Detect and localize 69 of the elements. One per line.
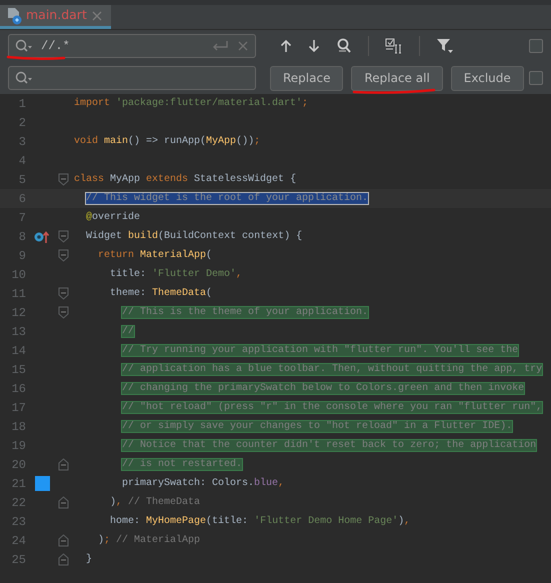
fold-marker-icon[interactable] <box>58 306 69 319</box>
line-number: 22 <box>10 494 27 512</box>
clear-icon[interactable] <box>237 40 249 52</box>
line-number: 24 <box>10 532 27 550</box>
annotation-underline <box>6 53 66 61</box>
enter-icon[interactable] <box>211 40 229 52</box>
code-line: title: 'Flutter Demo', <box>109 268 242 282</box>
search-icon[interactable] <box>15 71 33 85</box>
checkbox[interactable] <box>529 71 543 85</box>
line-number: 18 <box>10 418 27 436</box>
find-all-icon[interactable] <box>336 38 352 54</box>
checkbox[interactable] <box>529 39 543 53</box>
fold-marker-icon[interactable] <box>58 553 69 566</box>
fold-marker-icon[interactable] <box>58 496 69 509</box>
line-number: 11 <box>10 286 27 302</box>
code-line: void main() => runApp(MyApp()); <box>73 134 260 149</box>
find-input[interactable]: //.* <box>41 37 191 55</box>
replace-field[interactable] <box>8 66 256 90</box>
line-number: 3 <box>18 134 27 150</box>
override-marker-icon[interactable] <box>34 230 50 244</box>
replace-option-button[interactable]: Replace all <box>351 66 443 90</box>
line-number: 15 <box>10 362 27 378</box>
dart-file-icon <box>6 6 22 24</box>
color-swatch[interactable] <box>34 476 50 491</box>
up-arrow-icon[interactable] <box>280 39 292 53</box>
line-number: 1 <box>18 96 27 112</box>
line-number: 20 <box>10 456 27 474</box>
line-number: 23 <box>10 514 27 530</box>
line-number: 21 <box>10 476 27 492</box>
filter-icon[interactable] <box>436 37 454 55</box>
code-line: @override <box>85 210 140 225</box>
line-number: 4 <box>18 152 27 170</box>
fold-marker-icon[interactable] <box>58 173 69 186</box>
close-icon[interactable] <box>90 10 103 22</box>
fold-marker-icon[interactable] <box>58 249 69 262</box>
line-number: 19 <box>10 438 27 454</box>
fold-marker-icon[interactable] <box>58 230 69 243</box>
line-number: 9 <box>18 248 27 264</box>
line-number: 8 <box>18 228 27 246</box>
code-line: Widget build(BuildContext context) { <box>85 230 302 244</box>
line-number: 2 <box>18 114 27 132</box>
code-line: home: MyHomePage(title: 'Flutter Demo Home Page'), <box>109 514 410 529</box>
line-number: 12 <box>10 304 27 322</box>
line-number: 17 <box>10 400 27 416</box>
fold-marker-icon[interactable] <box>58 458 69 471</box>
code-line: return MaterialApp( <box>97 248 212 263</box>
code-line: ), // ThemeData <box>109 496 200 510</box>
code-line: } <box>85 552 92 567</box>
line-number: 14 <box>10 342 27 360</box>
line-number: 7 <box>18 210 27 226</box>
replace-option-button[interactable]: Replace <box>270 66 344 90</box>
code-line: theme: ThemeData( <box>109 286 212 301</box>
code-line: import 'package:flutter/material.dart'; <box>73 96 308 111</box>
line-number: 25 <box>10 552 27 568</box>
line-number: 10 <box>10 266 27 284</box>
line-number: 5 <box>18 172 27 188</box>
fold-marker-icon[interactable] <box>58 287 69 300</box>
fold-marker-icon[interactable] <box>58 534 69 547</box>
tab-title: main.dart <box>26 6 87 24</box>
line-number: 16 <box>10 380 27 398</box>
select-occurrences-icon[interactable] <box>385 38 403 54</box>
replace-option-button[interactable]: Exclude <box>450 66 524 90</box>
find-field[interactable]: //.* <box>8 34 256 58</box>
line-number: 13 <box>10 324 27 340</box>
down-arrow-icon[interactable] <box>308 39 320 53</box>
code-line: ); // MaterialApp <box>97 534 200 548</box>
code-line: primarySwatch: Colors.blue, <box>121 476 284 491</box>
search-icon[interactable] <box>15 39 33 53</box>
code-line: class MyApp extends StatelessWidget { <box>73 172 296 187</box>
